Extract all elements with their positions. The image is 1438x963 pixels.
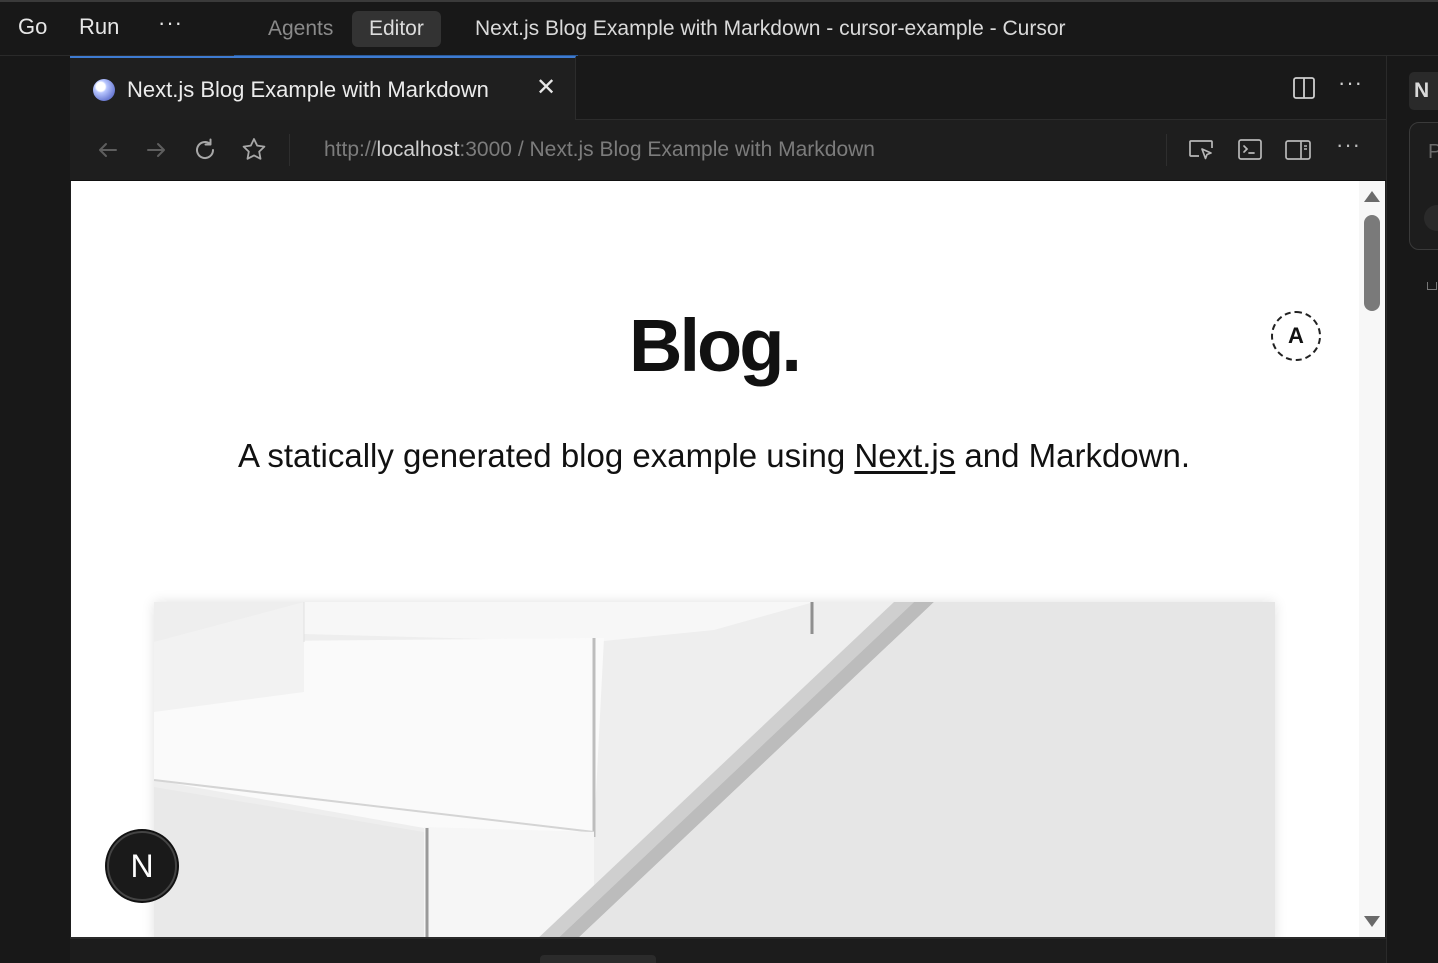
- vertical-scrollbar[interactable]: [1359, 181, 1385, 937]
- url-port: :3000: [459, 138, 512, 161]
- browser-tab[interactable]: Next.js Blog Example with Markdown ✕: [70, 56, 576, 120]
- close-icon[interactable]: ✕: [536, 74, 556, 102]
- menu-run[interactable]: Run: [79, 14, 119, 40]
- editor-tab[interactable]: Editor: [352, 11, 441, 47]
- nextjs-link[interactable]: Next.js: [854, 437, 955, 474]
- intro-text: A statically generated blog example usin…: [237, 437, 855, 474]
- hero-illustration: [154, 602, 1275, 937]
- terminal-icon[interactable]: [1236, 136, 1264, 164]
- select-element-icon[interactable]: [1187, 136, 1215, 164]
- panel-tab-stub[interactable]: [540, 955, 656, 963]
- intro-text-end: and Markdown.: [955, 437, 1191, 474]
- panel-more-icon[interactable]: ···: [1338, 70, 1363, 96]
- reload-icon[interactable]: [191, 136, 219, 164]
- scroll-down-icon[interactable]: [1364, 916, 1380, 927]
- avatar[interactable]: A: [1271, 311, 1321, 361]
- scroll-up-icon[interactable]: [1364, 191, 1380, 202]
- toolbar-divider: [289, 134, 290, 166]
- sidebar-icon[interactable]: [1284, 136, 1312, 164]
- arrow-left-icon[interactable]: [94, 136, 122, 164]
- address-bar[interactable]: http://localhost:3000 / Next.js Blog Exa…: [324, 138, 875, 162]
- menu-go[interactable]: Go: [18, 14, 47, 40]
- toolbar-divider: [1166, 134, 1167, 166]
- browser-panel: Next.js Blog Example with Markdown ✕ ···: [70, 56, 1386, 963]
- tray-icon[interactable]: [1427, 282, 1437, 290]
- arrow-right-icon[interactable]: [142, 136, 170, 164]
- tab-strip: Next.js Blog Example with Markdown ✕ ···: [70, 56, 1386, 120]
- page-title: Blog.: [629, 304, 802, 387]
- url-host: localhost: [376, 138, 460, 161]
- secondary-sidebar: N P: [1386, 56, 1438, 963]
- browser-toolbar: http://localhost:3000 / Next.js Blog Exa…: [70, 120, 1386, 181]
- bottom-panel-edge: [70, 937, 1386, 963]
- agents-tab[interactable]: Agents: [252, 11, 349, 47]
- app-window: Go Run ··· Agents Editor Next.js Blog Ex…: [0, 0, 1438, 963]
- card-button[interactable]: [1424, 205, 1438, 231]
- chat-card[interactable]: P: [1409, 122, 1438, 250]
- activity-bar: [0, 56, 70, 963]
- nextjs-dev-badge[interactable]: N: [107, 831, 177, 901]
- hero-image[interactable]: [154, 602, 1275, 937]
- tab-title: Next.js Blog Example with Markdown: [127, 77, 489, 102]
- url-separator: /: [511, 138, 530, 161]
- card-placeholder: P: [1428, 141, 1438, 163]
- sidebar-tab[interactable]: N: [1409, 72, 1438, 110]
- star-icon[interactable]: [240, 136, 268, 164]
- toolbar-more-icon[interactable]: ···: [1336, 132, 1361, 158]
- window-title: Next.js Blog Example with Markdown - cur…: [475, 17, 1066, 40]
- scrollbar-thumb[interactable]: [1364, 215, 1380, 311]
- page-intro: A statically generated blog example usin…: [71, 437, 1357, 475]
- url-page-title: Next.js Blog Example with Markdown: [529, 138, 875, 161]
- menu-more-icon[interactable]: ···: [158, 10, 183, 36]
- page-viewport[interactable]: Blog. A A statically generated blog exam…: [71, 181, 1385, 937]
- globe-icon: [93, 79, 115, 101]
- split-editor-icon[interactable]: [1292, 76, 1316, 100]
- url-scheme: http://: [324, 138, 377, 161]
- title-bar: Go Run ··· Agents Editor Next.js Blog Ex…: [0, 0, 1438, 57]
